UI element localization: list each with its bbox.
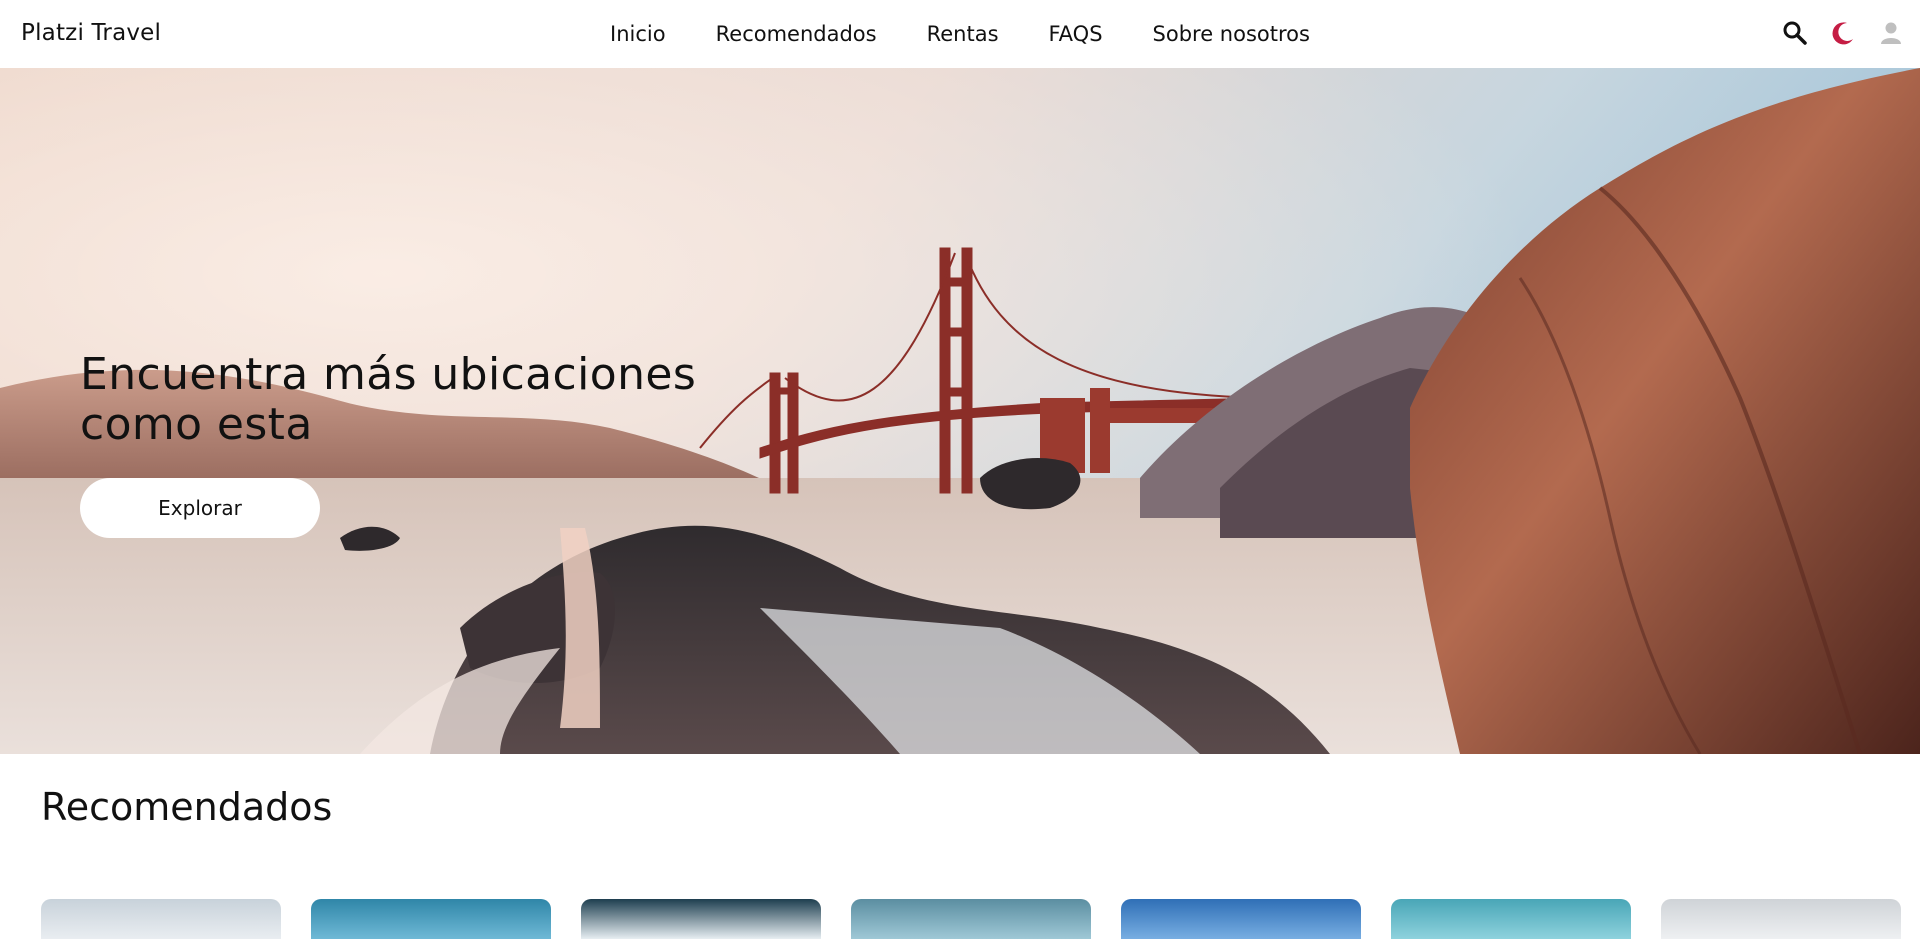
nav-item-recomendados[interactable]: Recomendados xyxy=(716,18,877,50)
moon-icon[interactable] xyxy=(1828,18,1858,48)
recommended-card[interactable] xyxy=(1391,899,1631,939)
recommended-title: Recomendados xyxy=(41,785,333,829)
recommended-card[interactable] xyxy=(1661,899,1901,939)
hero-title-line-2: como esta xyxy=(80,399,313,450)
header-actions xyxy=(1780,18,1906,48)
recommended-card[interactable] xyxy=(581,899,821,939)
recommended-card[interactable] xyxy=(851,899,1091,939)
nav-item-faqs[interactable]: FAQS xyxy=(1049,18,1103,50)
recommended-card[interactable] xyxy=(1121,899,1361,939)
search-icon[interactable] xyxy=(1780,18,1810,48)
top-navbar: Platzi Travel Inicio Recomendados Rentas… xyxy=(0,0,1920,68)
main-nav: Inicio Recomendados Rentas FAQS Sobre no… xyxy=(0,0,1920,68)
hero-title-line-1: Encuentra más ubicaciones xyxy=(80,349,697,400)
recommended-cards xyxy=(41,899,1901,939)
user-icon[interactable] xyxy=(1876,18,1906,48)
recommended-card[interactable] xyxy=(311,899,551,939)
hero-banner: Encuentra más ubicaciones como esta Expl… xyxy=(0,68,1920,754)
hero-title: Encuentra más ubicaciones como esta xyxy=(80,350,780,450)
nav-item-inicio[interactable]: Inicio xyxy=(610,18,666,50)
brand-logo-text[interactable]: Platzi Travel xyxy=(21,20,161,46)
recommended-card[interactable] xyxy=(41,899,281,939)
nav-item-rentas[interactable]: Rentas xyxy=(927,18,999,50)
explore-button[interactable]: Explorar xyxy=(80,478,320,538)
nav-item-sobre-nosotros[interactable]: Sobre nosotros xyxy=(1153,18,1310,50)
